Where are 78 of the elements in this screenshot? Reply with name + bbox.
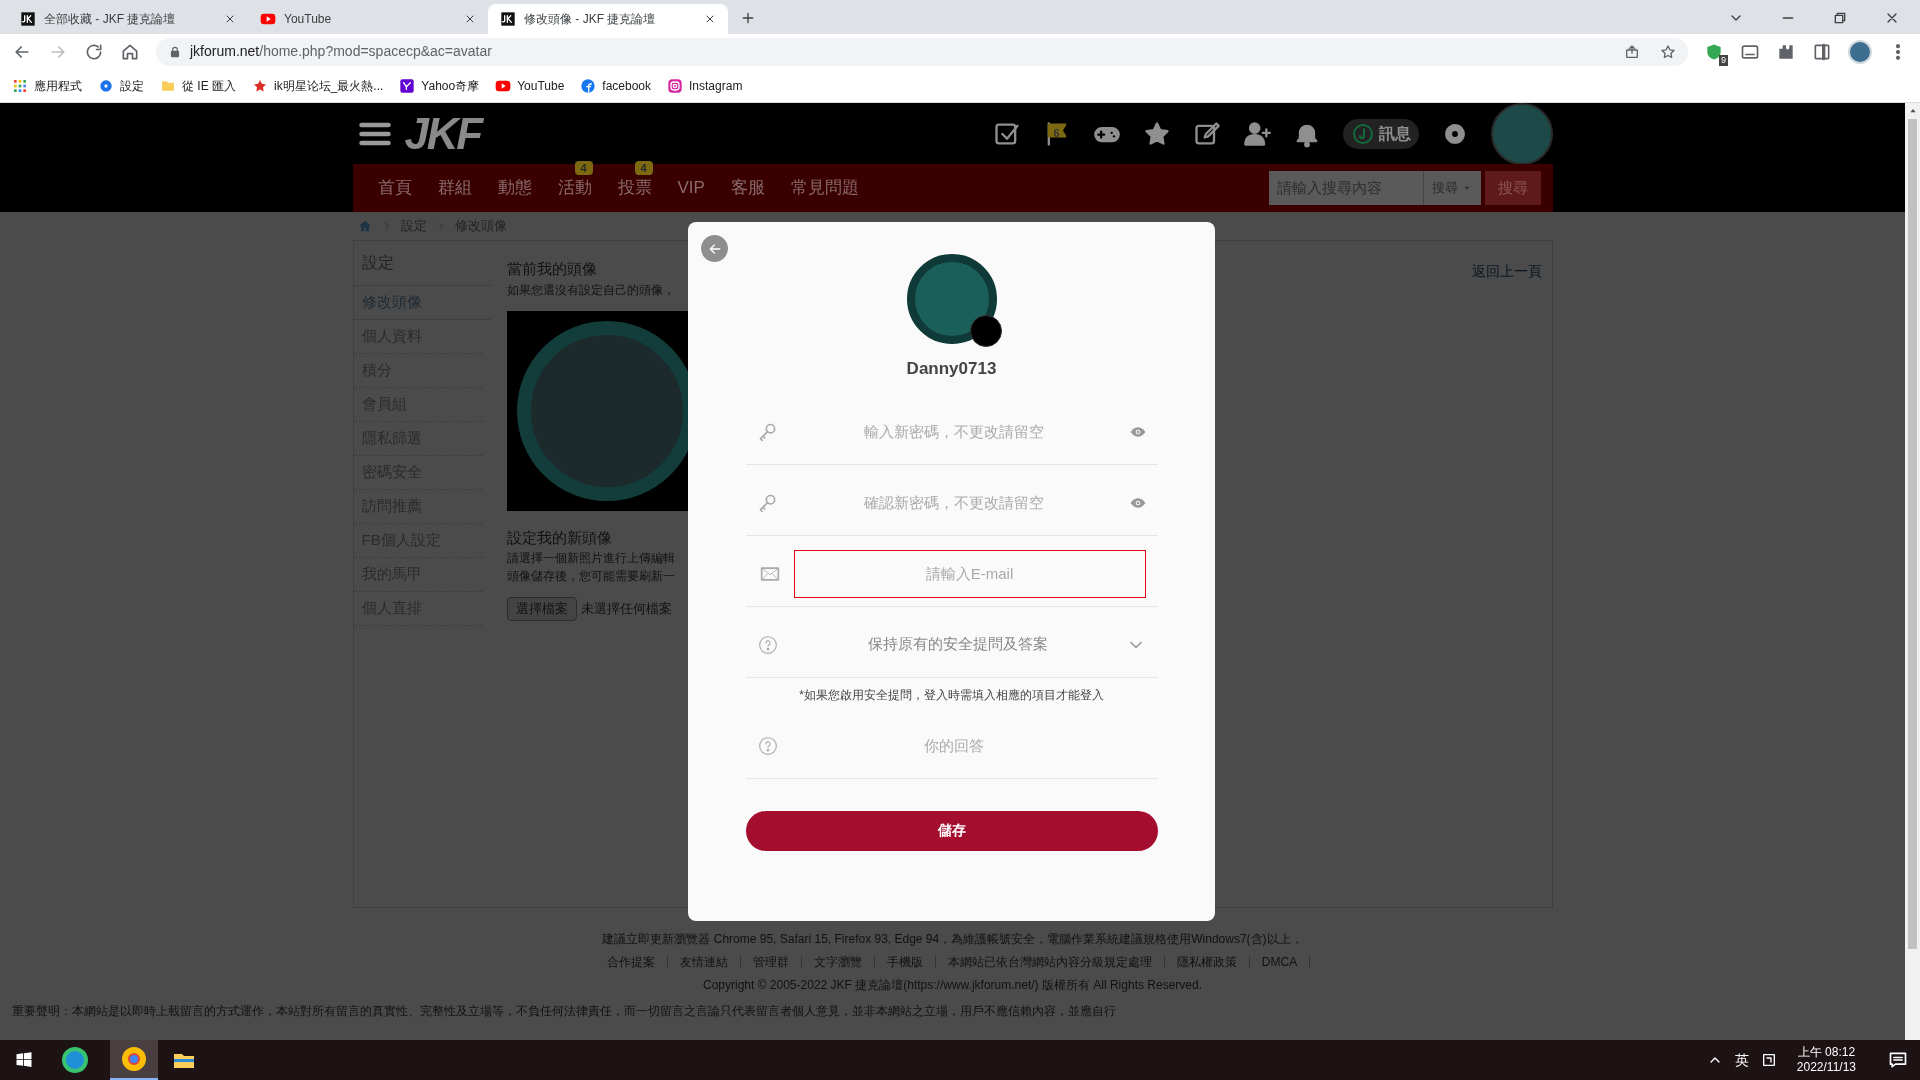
browser-tab[interactable]: 全部收藏 - JKF 捷克論壇 [8,4,248,34]
windows-logo-icon[interactable] [14,1050,34,1070]
address-bar[interactable]: jkforum.net/home.php?mod=spacecp&ac=avatar [156,37,1688,66]
notification-icon[interactable] [1888,1050,1908,1070]
extension-badge: 9 [1719,54,1728,66]
lock-icon [168,44,182,59]
badge-logo-icon [969,315,1002,347]
tab-title: 修改頭像 - JKF 捷克論壇 [524,11,657,28]
key-icon [757,421,778,442]
nav-link[interactable]: 活動 [557,178,592,198]
add-user-icon[interactable] [1242,119,1271,148]
facebook-icon [580,77,597,94]
nav-link[interactable]: 群組 [437,178,472,198]
nav-link[interactable]: 客服 [730,178,765,198]
input-method[interactable]: 英 [1734,1049,1749,1071]
edge-icon[interactable] [62,1047,88,1073]
clock[interactable]: 上午 08:12 2022/11/13 [1788,1045,1864,1075]
password-field[interactable]: 輸入新密碼，不更改請留空 [789,407,1118,456]
chrome-icon[interactable] [110,1040,158,1080]
share-icon[interactable] [1624,43,1640,60]
ime-mode-icon[interactable] [1760,1052,1777,1068]
close-icon[interactable] [464,13,476,25]
answer-field[interactable]: 你的回答 [789,721,1118,770]
bookmark[interactable]: 應用程式 [12,76,82,95]
bookmark[interactable]: YouTube [495,76,565,95]
close-icon[interactable] [224,13,236,25]
nav-link[interactable]: VIP [677,178,705,198]
star-icon[interactable] [1142,119,1171,148]
site-logo[interactable]: JKF [404,111,482,156]
nav-link[interactable]: 常見問題 [790,178,859,198]
gear-icon [98,77,114,94]
edit-icon[interactable] [1192,119,1221,148]
nav-link[interactable]: 動態 [497,178,532,198]
bookmark[interactable]: 從 IE 匯入 [160,76,236,95]
save-button[interactable]: 儲存 [745,810,1158,851]
plus-icon[interactable] [740,10,756,26]
star-icon[interactable] [1660,43,1676,60]
tab-title: YouTube [284,11,333,28]
restore-icon[interactable] [1832,10,1848,26]
bookmark[interactable]: 設定 [98,76,144,95]
j-circle-icon [1350,121,1375,146]
yahoo-icon [399,77,416,94]
bookmark[interactable]: Yahoo奇摩 [399,76,480,95]
question-icon [757,735,778,756]
flag-count: 6 [1053,125,1060,141]
security-question-dropdown[interactable]: 保持原有的安全提問及答案 [789,620,1146,669]
youtube-icon [260,11,276,27]
bookmark[interactable]: ik明星论坛_最火熱... [252,76,384,95]
tab-title: 全部收藏 - JKF 捷克論壇 [44,11,177,28]
scrollbar[interactable] [1905,103,1920,1040]
nav-badge: 4 [574,161,593,176]
apps-grid-icon [12,77,28,94]
url-text: jkforum.net/home.php?mod=spacecp&ac=avatar [190,42,492,61]
jkf-logo-icon [20,11,36,27]
security-note: *如果您啟用安全提問，登入時需填入相應的項目才能登入 [798,686,1105,704]
nav-link[interactable]: 投票 [617,178,652,198]
messages-button[interactable]: 訊息 [1342,118,1419,149]
profile-avatar[interactable] [1848,39,1872,64]
question-icon [757,634,778,655]
browser-tab[interactable]: 修改頭像 - JKF 捷克論壇 [488,4,728,34]
password-field[interactable]: 確認新密碼，不更改請留空 [789,478,1118,527]
search-button[interactable]: 搜尋 [1484,171,1541,205]
section-title: 當前我的頭像 [506,259,597,279]
key-icon [757,492,778,513]
instagram-icon [667,77,684,94]
back-button[interactable] [701,235,728,262]
bookmark[interactable]: Instagram [667,76,743,95]
username: Danny0713 [906,358,997,380]
nav-badge: 4 [634,161,653,176]
scroll-up-arrow-icon [1908,107,1917,115]
nav-link[interactable]: 首頁 [377,178,412,198]
email-field[interactable]: 請輸入E-mail [793,549,1146,598]
browser-tab[interactable]: YouTube [248,4,488,34]
close-icon[interactable] [704,13,716,25]
side-panel-icon[interactable] [1812,41,1832,62]
bookmark[interactable]: facebook [580,76,652,95]
jkf-logo-icon [500,11,516,27]
footer-link[interactable]: DMCA [1249,956,1311,968]
